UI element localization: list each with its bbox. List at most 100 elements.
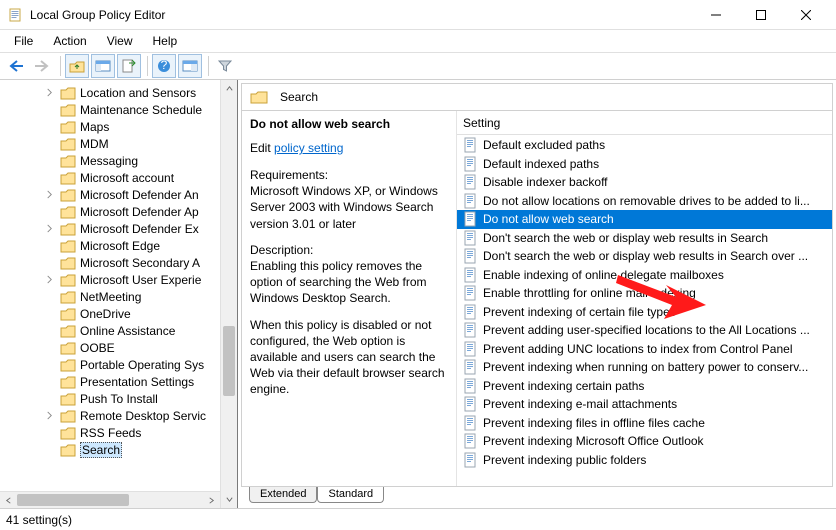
policy-label: Prevent indexing files in offline files … bbox=[483, 416, 705, 430]
policy-row[interactable]: Enable indexing of online delegate mailb… bbox=[457, 266, 832, 285]
policy-row[interactable]: Prevent adding user-specified locations … bbox=[457, 321, 832, 340]
tree-item[interactable]: NetMeeting bbox=[0, 288, 237, 305]
tree-item[interactable]: Microsoft account bbox=[0, 169, 237, 186]
policy-row[interactable]: Prevent indexing e-mail attachments bbox=[457, 395, 832, 414]
requirements-label: Requirements: bbox=[250, 168, 328, 182]
tree-item[interactable]: Maintenance Schedule bbox=[0, 101, 237, 118]
tree-item[interactable]: Push To Install bbox=[0, 390, 237, 407]
window-controls bbox=[693, 1, 828, 29]
description-body-2: When this policy is disabled or not conf… bbox=[250, 317, 448, 398]
tree-item[interactable]: OOBE bbox=[0, 339, 237, 356]
policy-label: Enable throttling for online mail indexi… bbox=[483, 286, 696, 300]
policy-row[interactable]: Prevent indexing of certain file types bbox=[457, 303, 832, 322]
policy-label: Don't search the web or display web resu… bbox=[483, 249, 808, 263]
policy-icon bbox=[463, 285, 479, 301]
policy-label: Don't search the web or display web resu… bbox=[483, 231, 768, 245]
policy-row[interactable]: Don't search the web or display web resu… bbox=[457, 229, 832, 248]
content-pane: Search Do not allow web search Edit poli… bbox=[238, 80, 836, 508]
expander-icon[interactable] bbox=[42, 188, 56, 202]
tree-item[interactable]: Microsoft User Experie bbox=[0, 271, 237, 288]
folder-icon bbox=[60, 273, 76, 287]
menu-action[interactable]: Action bbox=[43, 32, 96, 50]
policy-row[interactable]: Prevent indexing when running on battery… bbox=[457, 358, 832, 377]
policy-row[interactable]: Prevent indexing Microsoft Office Outloo… bbox=[457, 432, 832, 451]
folder-icon bbox=[60, 222, 76, 236]
tree-item-label: Location and Sensors bbox=[80, 86, 196, 100]
policy-label: Prevent adding UNC locations to index fr… bbox=[483, 342, 793, 356]
tree-item-label: Microsoft Secondary A bbox=[80, 256, 200, 270]
tree-item[interactable]: Search bbox=[0, 441, 237, 458]
policy-row[interactable]: Disable indexer backoff bbox=[457, 173, 832, 192]
list-header-setting[interactable]: Setting bbox=[457, 111, 832, 135]
policy-row[interactable]: Prevent indexing files in offline files … bbox=[457, 414, 832, 433]
expander-icon[interactable] bbox=[42, 409, 56, 423]
show-hide-tree-button[interactable] bbox=[91, 54, 115, 78]
policy-icon bbox=[463, 230, 479, 246]
tree-item[interactable]: Microsoft Edge bbox=[0, 237, 237, 254]
folder-icon bbox=[60, 324, 76, 338]
tree-item-label: MDM bbox=[80, 137, 109, 151]
forward-button[interactable] bbox=[30, 54, 54, 78]
expander-icon[interactable] bbox=[42, 86, 56, 100]
tree-item[interactable]: OneDrive bbox=[0, 305, 237, 322]
menu-view[interactable]: View bbox=[97, 32, 143, 50]
export-list-button[interactable] bbox=[117, 54, 141, 78]
tree-item[interactable]: Presentation Settings bbox=[0, 373, 237, 390]
policy-icon bbox=[463, 174, 479, 190]
policy-title: Do not allow web search bbox=[250, 117, 448, 131]
policy-icon bbox=[463, 359, 479, 375]
expander-icon[interactable] bbox=[42, 222, 56, 236]
tree-item[interactable]: Messaging bbox=[0, 152, 237, 169]
folder-icon bbox=[60, 256, 76, 270]
policy-icon bbox=[463, 322, 479, 338]
expander-icon[interactable] bbox=[42, 273, 56, 287]
tree-item-label: OOBE bbox=[80, 341, 115, 355]
policy-row[interactable]: Don't search the web or display web resu… bbox=[457, 247, 832, 266]
tree-scrollbar-horizontal[interactable] bbox=[0, 491, 220, 508]
tree: Location and Sensors Maintenance Schedule… bbox=[0, 80, 237, 462]
properties-button[interactable] bbox=[178, 54, 202, 78]
maximize-button[interactable] bbox=[738, 1, 783, 29]
tree-item[interactable]: Online Assistance bbox=[0, 322, 237, 339]
policy-row[interactable]: Default excluded paths bbox=[457, 136, 832, 155]
tree-item[interactable]: Microsoft Defender An bbox=[0, 186, 237, 203]
app-icon bbox=[8, 7, 24, 23]
tree-item-label: Microsoft Defender An bbox=[80, 188, 199, 202]
close-button[interactable] bbox=[783, 1, 828, 29]
menu-file[interactable]: File bbox=[4, 32, 43, 50]
tree-item[interactable]: Maps bbox=[0, 118, 237, 135]
tree-item[interactable]: RSS Feeds bbox=[0, 424, 237, 441]
tree-item[interactable]: Portable Operating Sys bbox=[0, 356, 237, 373]
policy-row[interactable]: Prevent indexing public folders bbox=[457, 451, 832, 470]
tree-item-label: Microsoft Defender Ap bbox=[80, 205, 199, 219]
tree-item-label: Messaging bbox=[80, 154, 138, 168]
tree-scrollbar-vertical[interactable] bbox=[220, 80, 237, 508]
policy-setting-link[interactable]: policy setting bbox=[274, 141, 343, 155]
edit-line: Edit policy setting bbox=[250, 141, 448, 155]
policy-row[interactable]: Prevent indexing certain paths bbox=[457, 377, 832, 396]
policy-row[interactable]: Do not allow web search bbox=[457, 210, 832, 229]
policy-label: Prevent adding user-specified locations … bbox=[483, 323, 810, 337]
tree-item[interactable]: MDM bbox=[0, 135, 237, 152]
menu-help[interactable]: Help bbox=[143, 32, 188, 50]
policy-icon bbox=[463, 415, 479, 431]
help-button[interactable]: ? bbox=[152, 54, 176, 78]
filter-button[interactable] bbox=[213, 54, 237, 78]
tree-item[interactable]: Microsoft Secondary A bbox=[0, 254, 237, 271]
tree-item[interactable]: Microsoft Defender Ap bbox=[0, 203, 237, 220]
policy-row[interactable]: Prevent adding UNC locations to index fr… bbox=[457, 340, 832, 359]
tab-extended[interactable]: Extended bbox=[249, 487, 317, 503]
back-button[interactable] bbox=[4, 54, 28, 78]
tree-item[interactable]: Location and Sensors bbox=[0, 84, 237, 101]
policy-row[interactable]: Do not allow locations on removable driv… bbox=[457, 192, 832, 211]
up-one-level-button[interactable] bbox=[65, 54, 89, 78]
edit-prefix: Edit bbox=[250, 141, 271, 155]
policy-icon bbox=[463, 267, 479, 283]
tree-item[interactable]: Microsoft Defender Ex bbox=[0, 220, 237, 237]
tree-item[interactable]: Remote Desktop Servic bbox=[0, 407, 237, 424]
policy-row[interactable]: Enable throttling for online mail indexi… bbox=[457, 284, 832, 303]
tree-item-label: Maintenance Schedule bbox=[80, 103, 202, 117]
policy-row[interactable]: Default indexed paths bbox=[457, 155, 832, 174]
minimize-button[interactable] bbox=[693, 1, 738, 29]
tab-standard[interactable]: Standard bbox=[317, 487, 384, 503]
